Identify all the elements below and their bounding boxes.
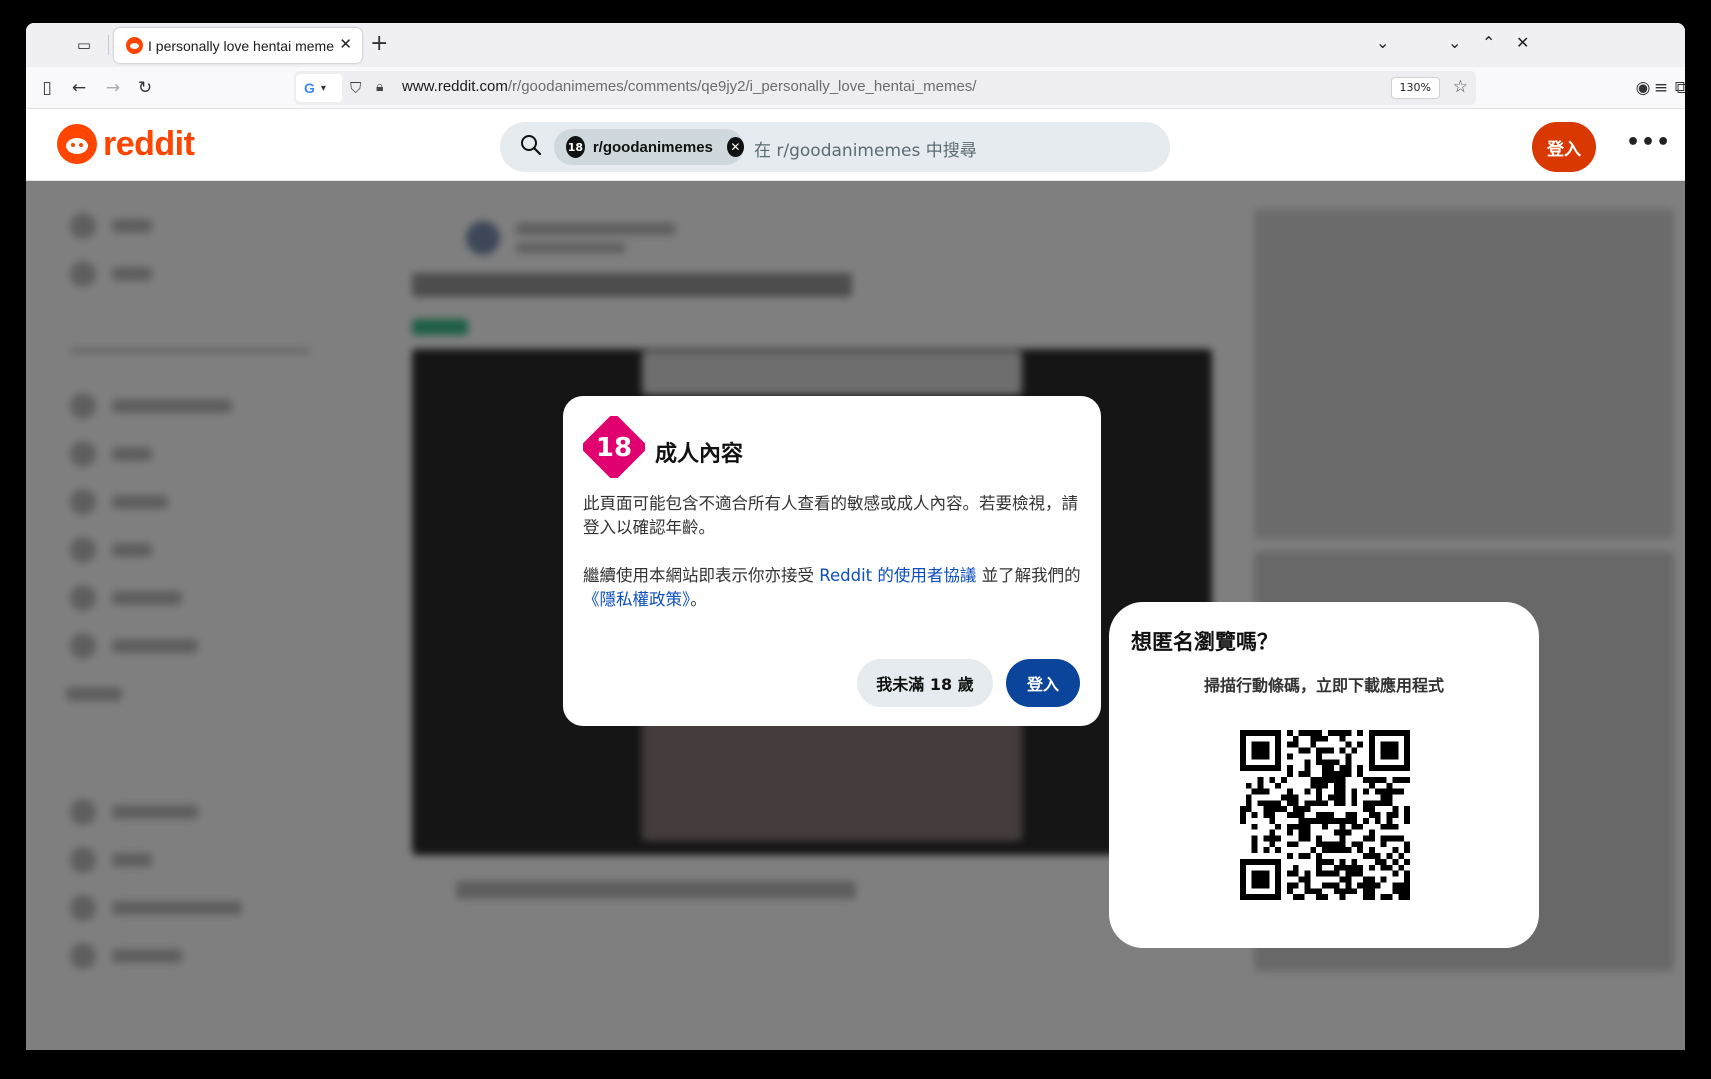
forward-icon[interactable]: → [102, 77, 124, 99]
modal-body: 此頁面可能包含不適合所有人查看的敏感或成人內容。若要檢視，請登入以確認年齡。 繼… [583, 492, 1083, 636]
app-download-card: 想匿名瀏覽嗎？ 掃描行動條碼，立即下載應用程式 [1109, 602, 1539, 948]
browser-window: ▭ I personally love hentai memes ✕ + ⌄ ⌄… [26, 23, 1685, 1050]
sidebar-toggle-icon[interactable]: ▯ [36, 77, 58, 99]
more-options-icon[interactable]: ••• [1626, 130, 1671, 155]
header-login-button[interactable]: 登入 [1532, 122, 1596, 172]
reddit-logo[interactable]: reddit [57, 124, 195, 164]
qr-code-icon [1240, 730, 1410, 900]
logo-text: reddit [103, 124, 195, 163]
qr-card-title: 想匿名瀏覽嗎？ [1131, 630, 1278, 654]
modal-paragraph-2: 繼續使用本網站即表示你亦接受 Reddit 的使用者協議 並了解我們的《隱私權政… [583, 564, 1083, 612]
url-path: /r/goodanimemes/comments/qe9jy2/i_person… [507, 78, 977, 95]
nsfw-18-icon: 18 [583, 416, 645, 478]
nsfw-badge-text: 18 [596, 433, 632, 463]
reload-icon[interactable]: ↻ [134, 77, 156, 99]
privacy-policy-link[interactable]: 《隱私權政策》 [583, 590, 690, 609]
search-icon [521, 135, 542, 156]
google-icon: G [304, 80, 315, 96]
reddit-page: reddit 18 r/goodanimemes ✕ 在 r/goodanime… [26, 110, 1685, 1050]
qr-card-subtitle: 掃描行動條碼，立即下載應用程式 [1203, 676, 1444, 695]
search-bar[interactable]: 18 r/goodanimemes ✕ 在 r/goodanimemes 中搜尋 [500, 122, 1170, 172]
maximize-icon[interactable]: ⌃ [1482, 33, 1495, 52]
extensions-icon[interactable]: ⧉ [1670, 77, 1685, 99]
list-all-tabs-icon[interactable]: ⌄ [1376, 33, 1389, 52]
search-engine-button[interactable]: G ▾ [296, 74, 342, 102]
user-agreement-link[interactable]: Reddit 的使用者協議 [819, 566, 976, 585]
chevron-down-icon: ▾ [320, 82, 326, 94]
app-menu-icon[interactable]: ≡ [1650, 77, 1672, 99]
close-window-icon[interactable]: ✕ [1516, 33, 1529, 52]
agreement-suffix: 。 [690, 590, 707, 609]
url-bar[interactable]: G ▾ ⛉ 🔒︎ www.reddit.com/r/goodanimemes/co… [294, 71, 1476, 105]
tab-separator [108, 35, 109, 55]
tab-bar: ▭ I personally love hentai memes ✕ + ⌄ ⌄… [26, 23, 1685, 67]
nsfw-age-modal: 18 成人內容 此頁面可能包含不適合所有人查看的敏感或成人內容。若要檢視，請登入… [563, 396, 1101, 726]
new-tab-icon[interactable]: + [370, 32, 388, 56]
agreement-middle: 並了解我們的 [976, 566, 1081, 585]
tab-close-icon[interactable]: ✕ [339, 35, 352, 53]
agreement-prefix: 繼續使用本網站即表示你亦接受 [583, 566, 820, 585]
active-tab[interactable]: I personally love hentai memes ✕ [114, 28, 362, 63]
tracking-protection-icon[interactable]: ⛉ [350, 79, 361, 97]
minimize-icon[interactable]: ⌄ [1448, 33, 1461, 52]
url-text[interactable]: www.reddit.com/r/goodanimemes/comments/q… [402, 78, 976, 95]
navigation-bar: ▯ ← → ↻ G ▾ ⛉ 🔒︎ www.reddit.com/r/goodani… [26, 67, 1685, 109]
chip-remove-icon[interactable]: ✕ [726, 137, 744, 157]
reddit-favicon-icon [126, 37, 143, 54]
snoo-icon [57, 124, 97, 164]
zoom-level-button[interactable]: 130% [1390, 77, 1440, 99]
lock-icon[interactable]: 🔒︎ [376, 79, 383, 95]
modal-paragraph-1: 此頁面可能包含不適合所有人查看的敏感或成人內容。若要檢視，請登入以確認年齡。 [583, 494, 1078, 537]
reddit-header: reddit 18 r/goodanimemes ✕ 在 r/goodanime… [26, 110, 1685, 181]
modal-login-button[interactable]: 登入 [1006, 659, 1080, 707]
back-icon[interactable]: ← [68, 77, 90, 99]
url-host: www.reddit.com [402, 78, 508, 95]
tab-title: I personally love hentai memes [148, 37, 334, 54]
tab-overview-icon[interactable]: ▭ [72, 33, 96, 57]
chip-label: r/goodanimemes [592, 138, 713, 156]
subreddit-search-chip[interactable]: 18 r/goodanimemes ✕ [554, 129, 744, 165]
under-18-button[interactable]: 我未滿 18 歲 [857, 659, 993, 707]
modal-title: 成人內容 [655, 442, 744, 467]
bookmark-star-icon[interactable]: ☆ [1453, 77, 1468, 97]
search-input[interactable]: 在 r/goodanimemes 中搜尋 [754, 136, 977, 161]
nsfw-18-icon: 18 [566, 136, 585, 158]
